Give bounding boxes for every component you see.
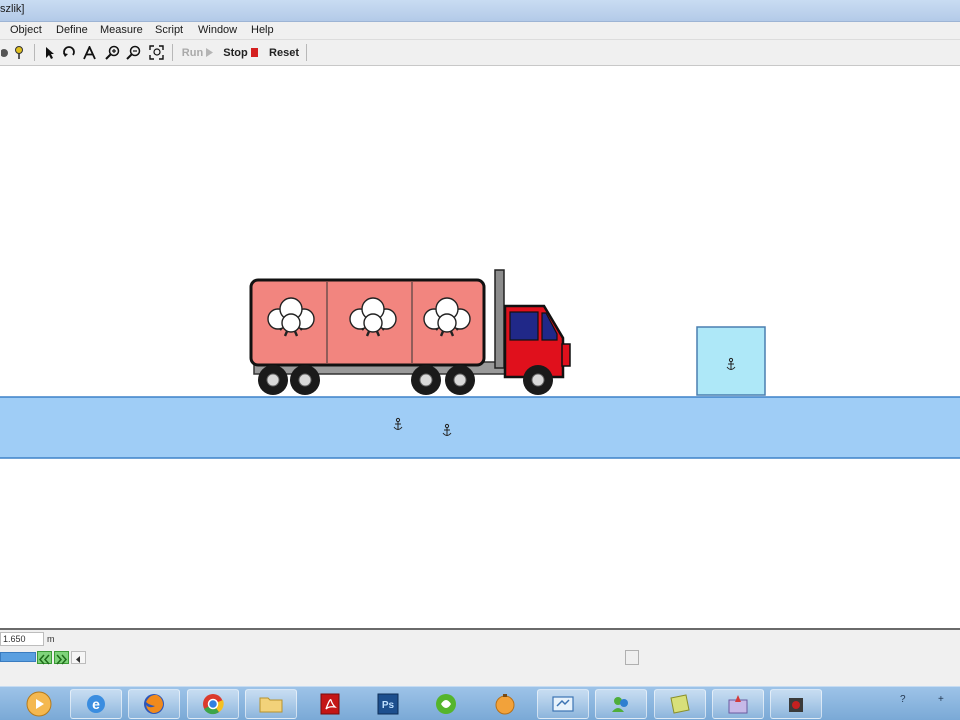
text-tool-button[interactable] xyxy=(82,43,97,62)
fit-icon xyxy=(148,45,164,60)
taskbar-app-orange[interactable] xyxy=(479,689,531,719)
firefox-icon xyxy=(144,694,164,714)
stop-icon xyxy=(250,48,258,57)
taskbar-app-network[interactable] xyxy=(537,689,589,719)
messenger-icon xyxy=(612,697,628,712)
toolbar: Run Stop Reset xyxy=(0,40,960,66)
tray-help[interactable]: ? xyxy=(900,694,906,705)
run-label: Run xyxy=(181,46,204,59)
network-icon xyxy=(552,696,574,712)
zoom-out-icon xyxy=(125,45,140,60)
menu-define[interactable]: Define xyxy=(56,24,88,36)
toolbar-separator xyxy=(34,44,35,61)
taskbar-app-chrome[interactable] xyxy=(187,689,239,719)
truck-wheel xyxy=(411,365,441,395)
status-bar: 1.650 m xyxy=(0,628,960,686)
scroll-thumb[interactable] xyxy=(625,650,639,665)
simulation-canvas[interactable] xyxy=(0,66,960,628)
truck-wheel xyxy=(523,365,553,395)
svg-text:e: e xyxy=(92,696,100,712)
stop-label: Stop xyxy=(223,46,248,59)
taskbar-app-firefox[interactable] xyxy=(128,689,180,719)
taskbar-app-notes[interactable] xyxy=(654,689,706,719)
coordinate-unit: m xyxy=(47,634,55,644)
arrow-icon xyxy=(45,46,54,59)
run-button[interactable]: Run xyxy=(180,43,216,62)
tack-tool-button[interactable] xyxy=(12,43,26,62)
tray-expand[interactable]: + xyxy=(938,694,944,705)
acrobat-icon xyxy=(320,693,340,715)
folder-icon xyxy=(259,697,283,713)
start-orb xyxy=(26,691,52,717)
zoom-in-button[interactable] xyxy=(104,43,120,62)
scene-drawing xyxy=(0,269,960,459)
toolbar-separator xyxy=(172,44,173,61)
taskbar-app-photoshop[interactable]: Ps xyxy=(362,689,414,719)
menu-script[interactable]: Script xyxy=(155,24,183,36)
point-icon xyxy=(0,48,8,57)
zoom-out-button[interactable] xyxy=(125,43,141,62)
step-forward-icon xyxy=(56,654,68,665)
rotate-icon xyxy=(62,45,75,57)
play-icon xyxy=(206,48,214,57)
point-tool-button[interactable] xyxy=(0,43,10,62)
menu-measure[interactable]: Measure xyxy=(100,24,143,36)
window-title: szlik] xyxy=(0,3,25,15)
step-back-button[interactable] xyxy=(37,651,52,665)
chrome-icon xyxy=(203,694,224,715)
horizontal-scrollbar[interactable] xyxy=(0,650,640,665)
scroll-left-button[interactable] xyxy=(71,651,86,664)
truck-wheel xyxy=(290,365,320,395)
application-window: szlik] Object Define Measure Script Wind… xyxy=(0,0,960,720)
truck[interactable] xyxy=(249,269,571,395)
menu-help[interactable]: Help xyxy=(251,24,274,36)
taskbar-app-folder[interactable] xyxy=(245,689,297,719)
taskbar-app-messenger[interactable] xyxy=(595,689,647,719)
orange-app-icon xyxy=(495,694,515,715)
time-progress-bar xyxy=(0,652,36,662)
truck-wheel xyxy=(258,365,288,395)
toolbar-separator xyxy=(306,44,307,61)
menu-bar: Object Define Measure Script Window Help xyxy=(0,22,960,40)
taskbar-app-green[interactable] xyxy=(420,689,472,719)
taskbar: e Ps ? + xyxy=(0,686,960,720)
coordinate-field[interactable]: 1.650 xyxy=(0,632,44,646)
text-icon xyxy=(83,45,96,59)
step-forward-button[interactable] xyxy=(54,651,69,665)
green-app-icon xyxy=(436,694,456,714)
box[interactable] xyxy=(696,326,766,396)
title-bar[interactable]: szlik] xyxy=(0,0,960,22)
menu-object[interactable]: Object xyxy=(10,24,42,36)
taskbar-app-camera[interactable] xyxy=(770,689,822,719)
menu-window[interactable]: Window xyxy=(198,24,237,36)
paint-icon xyxy=(728,695,748,714)
reset-label: Reset xyxy=(269,46,299,59)
tack-icon xyxy=(15,45,23,59)
photoshop-icon: Ps xyxy=(377,693,399,715)
fit-to-window-button[interactable] xyxy=(148,43,164,62)
arrow-tool-button[interactable] xyxy=(42,43,57,62)
start-button[interactable] xyxy=(14,689,64,719)
camera-icon xyxy=(789,698,803,712)
svg-text:Ps: Ps xyxy=(382,700,395,711)
step-back-icon xyxy=(38,654,50,665)
reset-button[interactable]: Reset xyxy=(264,43,304,62)
rotate-tool-button[interactable] xyxy=(61,43,76,62)
truck-wheel xyxy=(445,365,475,395)
stop-button[interactable]: Stop xyxy=(221,43,261,62)
caret-left-icon xyxy=(76,656,80,663)
taskbar-app-internet-explorer[interactable]: e xyxy=(70,689,122,719)
notes-icon xyxy=(670,694,690,714)
internet-explorer-icon: e xyxy=(87,695,105,713)
taskbar-app-paint[interactable] xyxy=(712,689,764,719)
zoom-in-icon xyxy=(104,45,119,60)
taskbar-app-acrobat[interactable] xyxy=(304,689,356,719)
ground[interactable] xyxy=(0,396,960,459)
